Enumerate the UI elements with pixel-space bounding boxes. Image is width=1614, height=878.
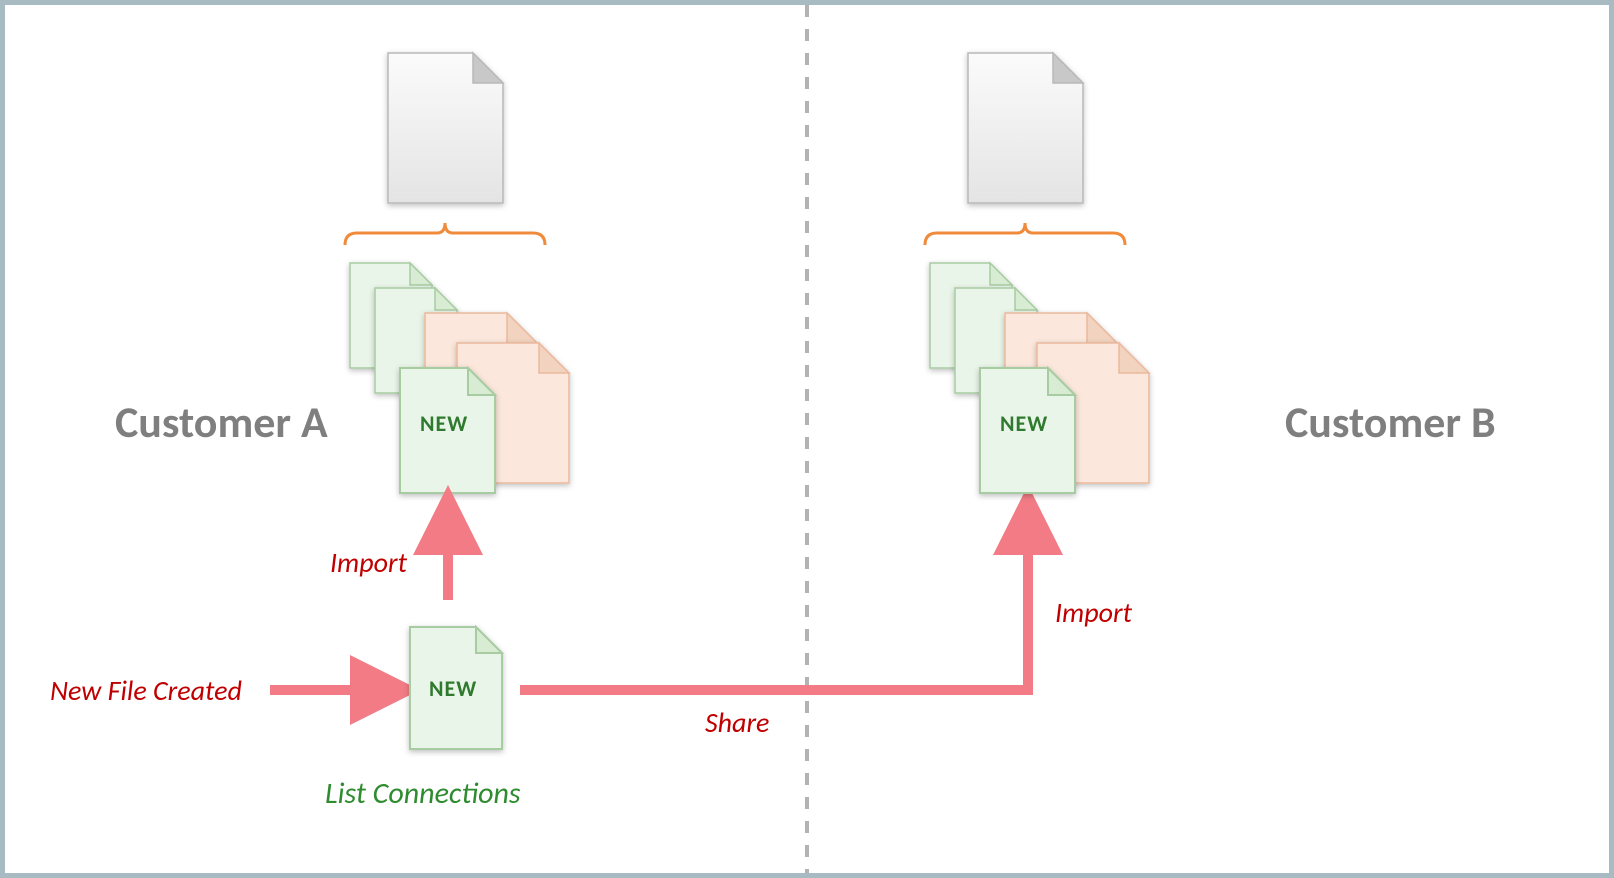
share-label: Share (705, 705, 769, 740)
import-label-a: Import (330, 545, 407, 580)
new-file-created-label: New File Created (50, 673, 242, 708)
doc-stack-b (930, 263, 1149, 493)
doc-stack-a (350, 263, 569, 493)
brace-a (345, 223, 545, 245)
import-label-b: Import (1055, 595, 1132, 630)
brace-b (925, 223, 1125, 245)
customer-a-label: Customer A (115, 395, 328, 449)
master-doc-b (968, 53, 1083, 203)
new-badge-stack-b: NEW (1000, 410, 1048, 437)
diagram-frame: Customer A Customer B New File Created I… (0, 0, 1614, 878)
share-arrow (520, 520, 1028, 690)
customer-b-label: Customer B (1285, 395, 1496, 449)
list-connections-label: List Connections (325, 775, 521, 812)
new-badge-stack-a: NEW (420, 410, 468, 437)
master-doc-a (388, 53, 503, 203)
new-badge-source: NEW (429, 675, 477, 702)
